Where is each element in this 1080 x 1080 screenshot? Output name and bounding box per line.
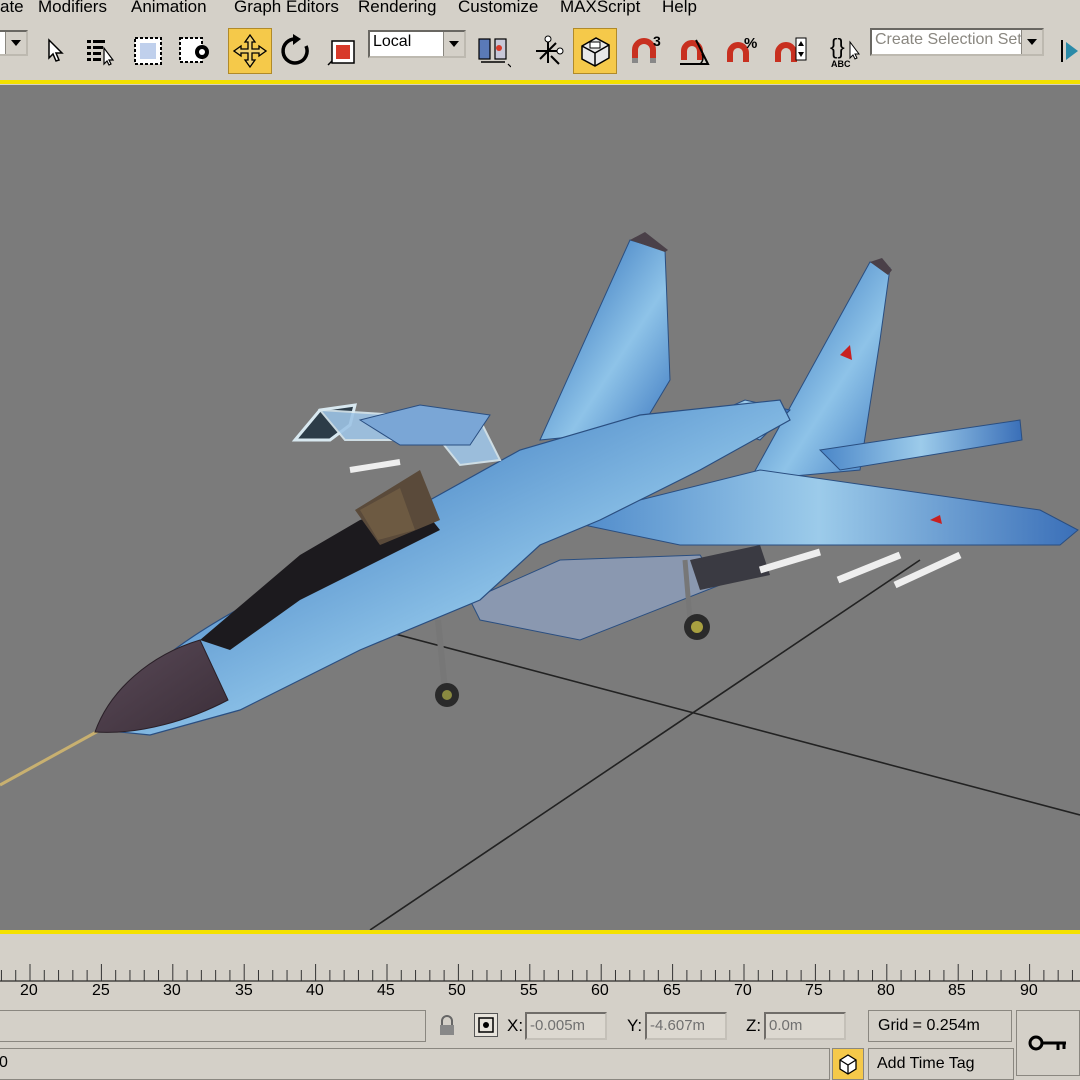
select-and-scale-button[interactable] bbox=[322, 28, 362, 74]
mirror-button[interactable] bbox=[1054, 28, 1080, 74]
y-label: Y: bbox=[627, 1016, 643, 1035]
filter-dropdown[interactable] bbox=[0, 30, 28, 56]
time-tag-cube-icon bbox=[839, 1054, 857, 1075]
status-bar: X: -0.005m Y: -4.607m Z: 0.0m Grid = 0.2… bbox=[0, 1006, 1080, 1080]
time-tag-toggle[interactable] bbox=[832, 1048, 864, 1080]
snaps-toggle-button[interactable]: 3 bbox=[626, 28, 666, 74]
svg-text:{}: {} bbox=[830, 34, 845, 59]
named-selection-icon: {} ABC bbox=[830, 34, 860, 69]
keyboard-shortcut-override-button[interactable] bbox=[573, 28, 617, 74]
percent-label: % bbox=[744, 35, 757, 52]
tick-label: 55 bbox=[520, 982, 538, 999]
tick-label: 20 bbox=[20, 982, 38, 999]
snap-dimension-label: 3 bbox=[653, 34, 661, 49]
select-and-manipulate-button[interactable] bbox=[528, 28, 568, 74]
tick-label: 35 bbox=[235, 982, 253, 999]
named-sets-abc-label: ABC bbox=[831, 59, 851, 69]
selection-lock-toggle[interactable] bbox=[436, 1014, 458, 1038]
x-coordinate-field[interactable]: -0.005m bbox=[525, 1012, 607, 1040]
cursor-arrow-icon bbox=[48, 38, 64, 62]
grid-size-text: Grid = 0.254m bbox=[878, 1017, 980, 1034]
prompt-line: 0 bbox=[0, 1048, 830, 1080]
chevron-down-icon bbox=[1021, 30, 1042, 54]
menu-rendering[interactable]: Rendering bbox=[358, 0, 436, 17]
shortcut-override-icon bbox=[581, 37, 610, 67]
menu-help[interactable]: Help bbox=[662, 0, 697, 17]
maxscript-listener-mini[interactable] bbox=[0, 1010, 426, 1042]
rect-selection-icon bbox=[134, 37, 162, 65]
pivot-center-icon bbox=[478, 38, 511, 68]
grid-size-display: Grid = 0.254m bbox=[868, 1010, 1012, 1042]
menu-customize[interactable]: Customize bbox=[458, 0, 538, 17]
named-selection-set-placeholder: Create Selection Set bbox=[875, 31, 1022, 48]
angle-snap-toggle-button[interactable] bbox=[674, 28, 714, 74]
move-arrows-icon bbox=[233, 34, 267, 68]
x-label: X: bbox=[507, 1016, 524, 1035]
scale-icon bbox=[327, 40, 355, 66]
spinner-snap-toggle-button[interactable] bbox=[770, 28, 810, 74]
tick-label: 85 bbox=[948, 982, 966, 999]
tick-label: 30 bbox=[163, 982, 181, 999]
percent-snap-toggle-button[interactable]: % bbox=[722, 28, 762, 74]
tick-label: 90 bbox=[1020, 982, 1038, 999]
lock-icon bbox=[440, 1015, 454, 1035]
magnet-snap-icon: 3 bbox=[632, 34, 661, 63]
tick-label: 80 bbox=[877, 982, 895, 999]
mirror-icon bbox=[1061, 40, 1078, 62]
use-pivot-center-button[interactable] bbox=[473, 28, 513, 74]
perspective-viewport[interactable] bbox=[0, 85, 1080, 930]
menu-animation[interactable]: Animation bbox=[131, 0, 207, 17]
spinner-snap-icon bbox=[775, 37, 807, 62]
absolute-offset-toggle[interactable] bbox=[474, 1013, 498, 1037]
z-label: Z: bbox=[746, 1016, 762, 1035]
select-by-name-icon bbox=[87, 40, 115, 66]
track-bar-ticks bbox=[0, 962, 1080, 982]
tick-label: 70 bbox=[734, 982, 752, 999]
rect-selection-region-button[interactable] bbox=[128, 28, 168, 74]
chevron-down-icon bbox=[5, 32, 26, 54]
add-time-tag-label: Add Time Tag bbox=[877, 1055, 975, 1072]
select-by-name-button[interactable] bbox=[80, 28, 120, 74]
prompt-text: 0 bbox=[0, 1054, 8, 1071]
viewport-scene bbox=[0, 232, 1080, 930]
track-bar[interactable]: 20 25 30 35 40 45 50 55 60 65 70 75 80 8… bbox=[0, 934, 1080, 1006]
fighter-jet-model[interactable] bbox=[0, 232, 1079, 787]
tick-label: 75 bbox=[805, 982, 823, 999]
edit-named-selection-sets-button[interactable]: {} ABC bbox=[826, 28, 866, 74]
tick-label: 45 bbox=[377, 982, 395, 999]
chevron-down-icon bbox=[443, 32, 464, 56]
tick-label: 65 bbox=[663, 982, 681, 999]
transform-mode-icon bbox=[478, 1017, 494, 1033]
main-toolbar: Local 3 % {} ABC Create Selection Set bbox=[0, 18, 1080, 81]
set-key-button[interactable] bbox=[1016, 1010, 1080, 1076]
angle-snap-icon bbox=[680, 39, 710, 65]
viewport-top-border bbox=[0, 80, 1080, 84]
named-selection-set-dropdown[interactable]: Create Selection Set bbox=[870, 28, 1044, 56]
tick-label: 40 bbox=[306, 982, 324, 999]
y-coordinate-field[interactable]: -4.607m bbox=[645, 1012, 727, 1040]
tick-label: 25 bbox=[92, 982, 110, 999]
rotate-icon bbox=[281, 34, 309, 65]
reference-coordinate-dropdown[interactable]: Local bbox=[368, 30, 466, 58]
add-time-tag-field[interactable]: Add Time Tag bbox=[868, 1048, 1014, 1080]
reference-coordinate-value: Local bbox=[373, 33, 412, 50]
select-and-move-button[interactable] bbox=[228, 28, 272, 74]
menu-graph-editors[interactable]: Graph Editors bbox=[234, 0, 339, 17]
window-crossing-icon bbox=[179, 37, 209, 63]
menu-bar: ate Modifiers Animation Graph Editors Re… bbox=[0, 0, 1080, 18]
z-coordinate-field[interactable]: 0.0m bbox=[764, 1012, 846, 1040]
menu-maxscript[interactable]: MAXScript bbox=[560, 0, 640, 17]
manipulate-icon bbox=[536, 35, 564, 65]
menu-create[interactable]: ate bbox=[0, 0, 24, 17]
select-object-button[interactable] bbox=[34, 28, 74, 74]
select-and-rotate-button[interactable] bbox=[276, 28, 316, 74]
tick-label: 60 bbox=[591, 982, 609, 999]
tick-label: 50 bbox=[448, 982, 466, 999]
percent-snap-icon: % bbox=[727, 35, 757, 62]
window-crossing-button[interactable] bbox=[174, 28, 214, 74]
menu-modifiers[interactable]: Modifiers bbox=[38, 0, 107, 17]
home-grid-lines bbox=[369, 559, 1080, 930]
key-icon bbox=[1028, 1035, 1066, 1051]
